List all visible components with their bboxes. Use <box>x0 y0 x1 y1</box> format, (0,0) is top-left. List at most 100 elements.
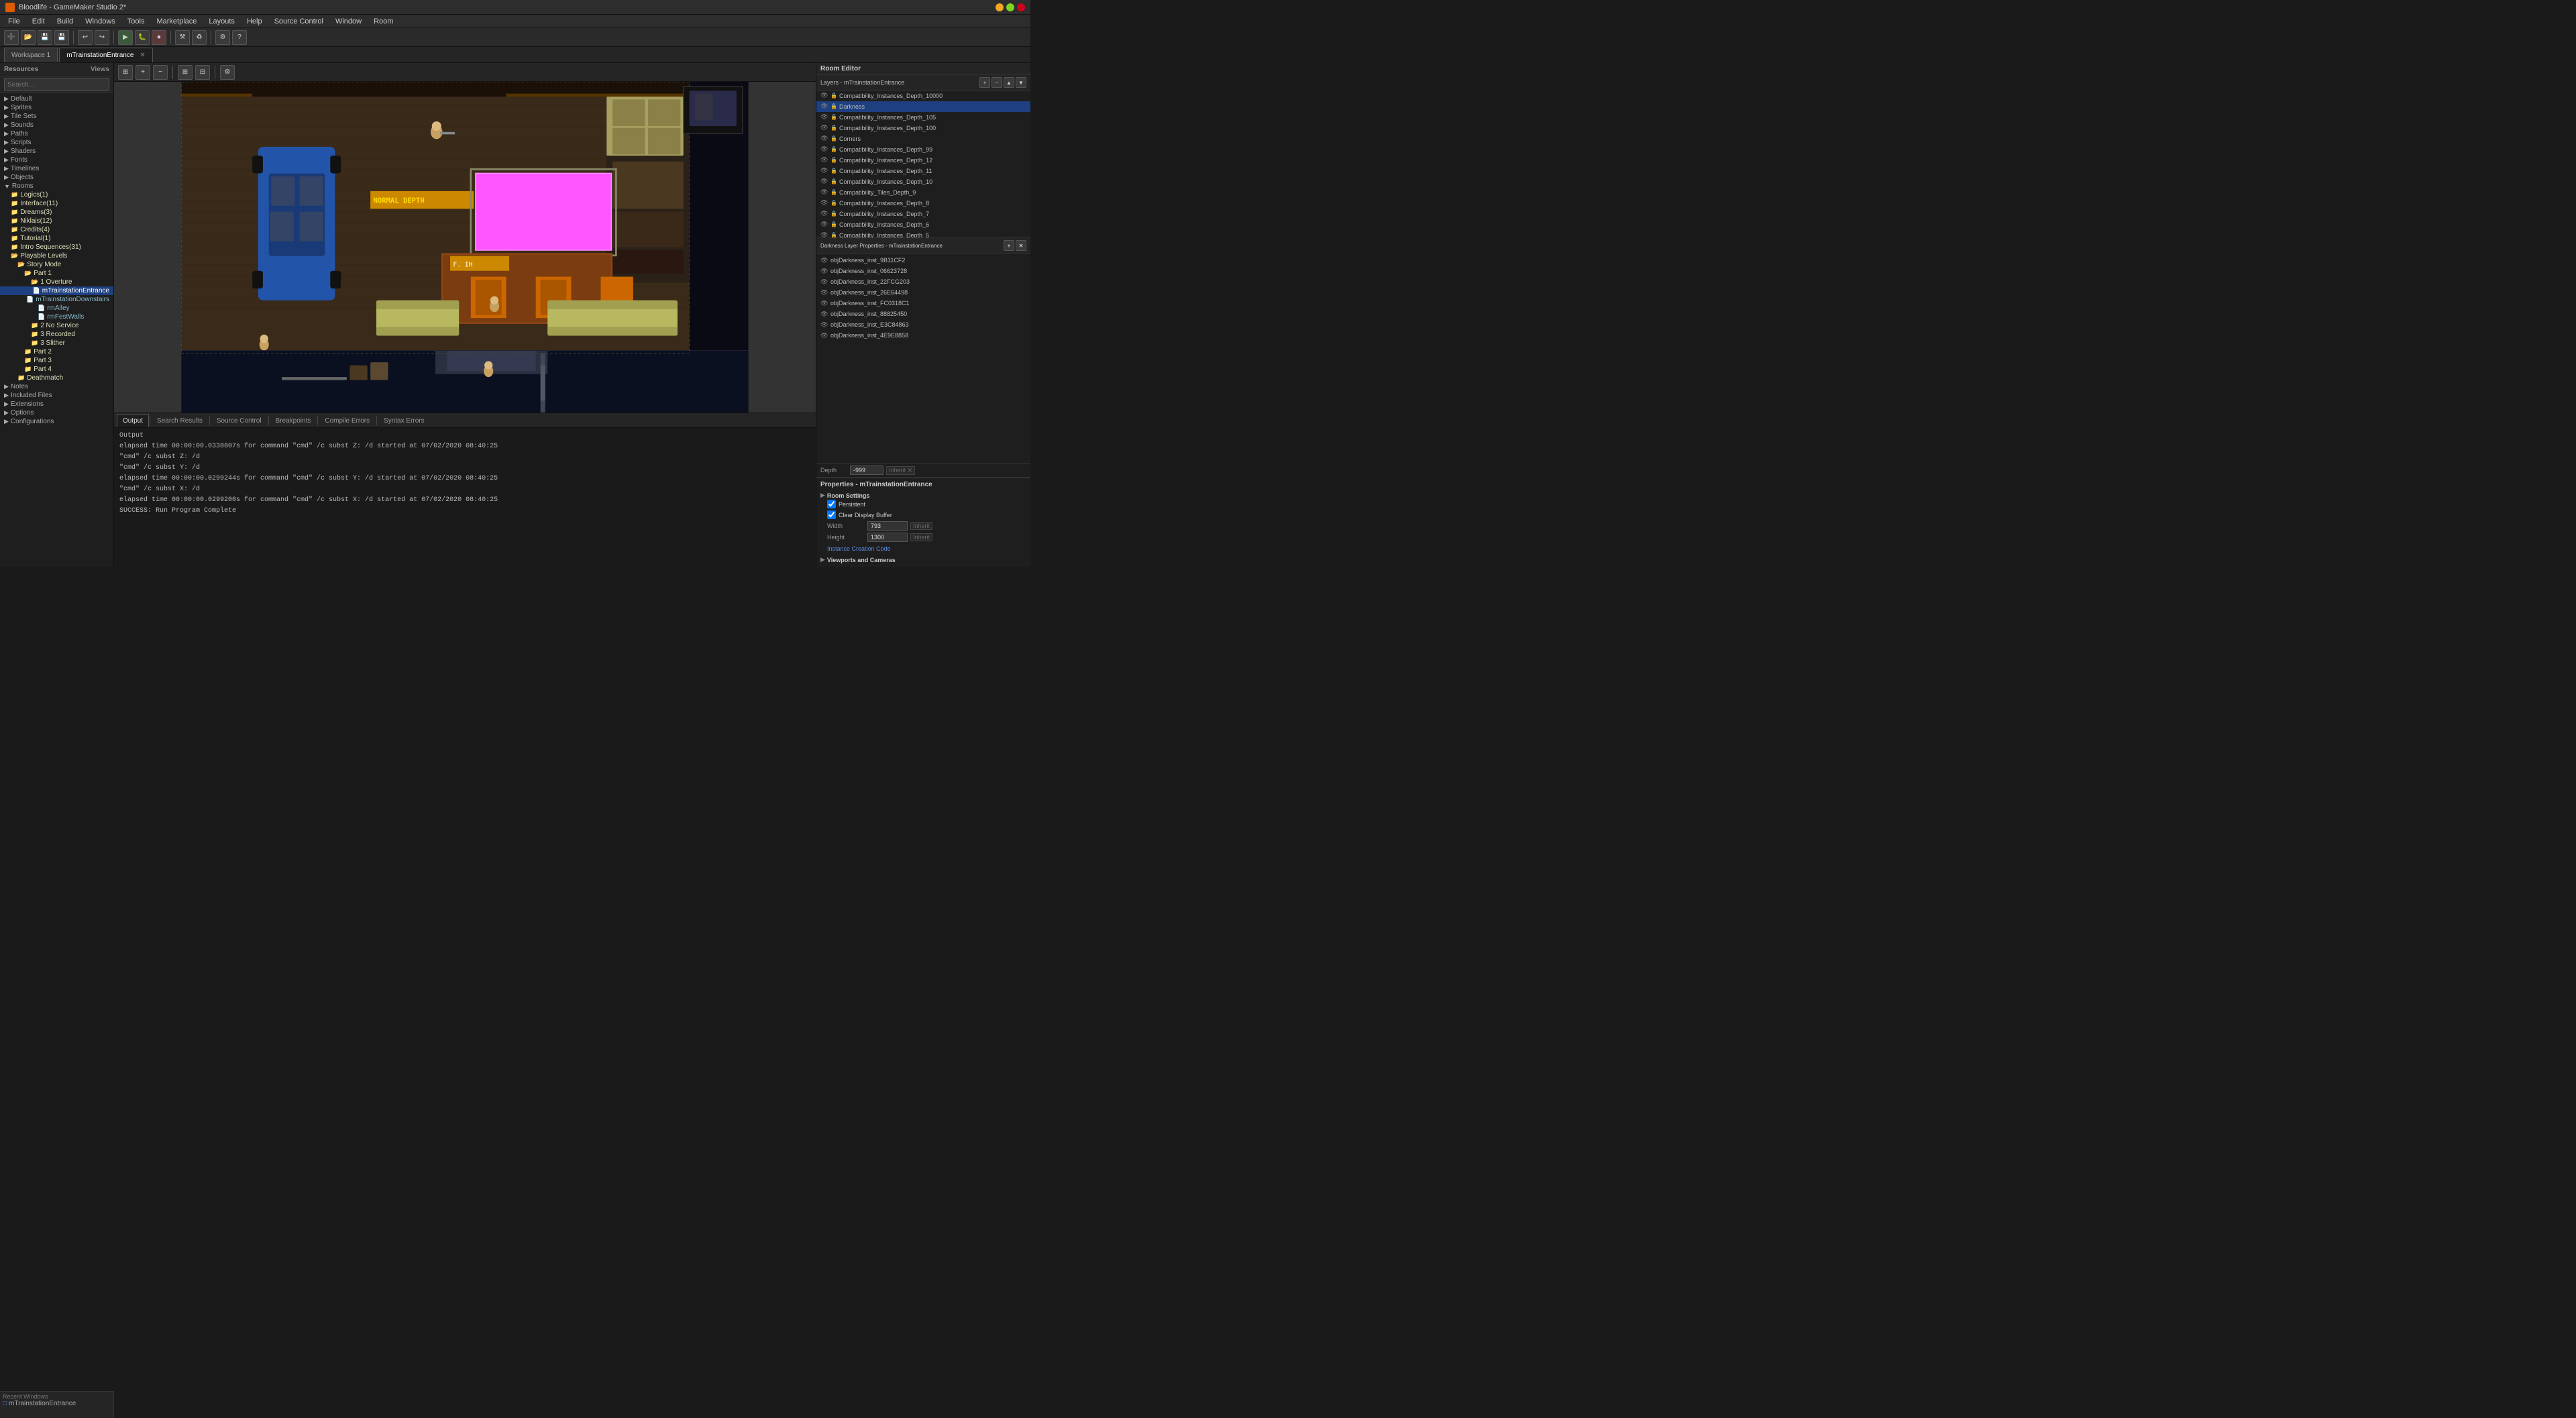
tree-item-timelines[interactable]: ▶ Timelines <box>0 164 113 173</box>
tree-item-part-1[interactable]: 📂 Part 1 <box>0 269 113 278</box>
tree-item-deathmatch[interactable]: 📁 Deathmatch <box>0 374 113 382</box>
menu-layouts[interactable]: Layouts <box>203 15 240 28</box>
tree-item-tile-sets[interactable]: ▶ Tile Sets <box>0 112 113 121</box>
depth-input[interactable] <box>850 466 883 475</box>
tree-item-objects[interactable]: ▶ Objects <box>0 173 113 182</box>
layer-item-8[interactable]: 👁 🔒 Compatibility_Instances_Depth_10 <box>816 176 1030 187</box>
tree-item-recorded[interactable]: 📁 3 Recorded <box>0 330 113 339</box>
layer-item-6[interactable]: 👁 🔒 Compatibility_Instances_Depth_12 <box>816 155 1030 166</box>
run-button[interactable]: ▶ <box>118 30 133 45</box>
undo-button[interactable]: ↩ <box>78 30 93 45</box>
persistent-checkbox[interactable] <box>827 500 836 508</box>
tree-item-credits-4[interactable]: 📁 Credits(4) <box>0 225 113 234</box>
width-input[interactable] <box>867 521 908 531</box>
workspace-tab[interactable]: Workspace 1 <box>4 48 58 62</box>
tree-item-no-service[interactable]: 📁 2 No Service <box>0 321 113 330</box>
tab-search-results[interactable]: Search Results <box>151 414 209 427</box>
tree-item-niklais-12[interactable]: 📁 Niklais(12) <box>0 217 113 225</box>
clean-button[interactable]: ♻ <box>192 30 207 45</box>
tree-item-slither[interactable]: 📁 3 Slither <box>0 339 113 347</box>
prop-row-0[interactable]: 👁 objDarkness_inst_9B11CF2 <box>816 255 1030 266</box>
tree-item-mTrainstationDownstairs[interactable]: 📄 mTrainstationDownstairs <box>0 295 113 304</box>
close-button[interactable] <box>1017 3 1025 11</box>
prop-row-2[interactable]: 👁 objDarkness_inst_22FCG203 <box>816 276 1030 287</box>
menu-marketplace[interactable]: Marketplace <box>151 15 202 28</box>
layer-item-11[interactable]: 👁 🔒 Compatibility_Instances_Depth_7 <box>816 209 1030 219</box>
tree-item-included-files[interactable]: ▶ Included Files <box>0 391 113 400</box>
tab-breakpoints[interactable]: Breakpoints <box>270 414 317 427</box>
tab-output[interactable]: Output <box>117 414 149 427</box>
canvas-view-all[interactable]: ⊞ <box>118 65 133 80</box>
menu-window[interactable]: Window <box>330 15 367 28</box>
creation-code-row[interactable]: Instance Creation Code <box>827 544 1026 553</box>
menu-help[interactable]: Help <box>241 15 268 28</box>
layer-item-2[interactable]: 👁 🔒 Compatibility_Instances_Depth_105 <box>816 112 1030 123</box>
layer-item-9[interactable]: 👁 🔒 Compatibility_Tiles_Depth_9 <box>816 187 1030 198</box>
menu-source-control[interactable]: Source Control <box>269 15 329 28</box>
canvas-zoom-out[interactable]: − <box>153 65 168 80</box>
tree-item-sounds[interactable]: ▶ Sounds <box>0 121 113 129</box>
layer-item-7[interactable]: 👁 🔒 Compatibility_Instances_Depth_11 <box>816 166 1030 176</box>
prop-row-4[interactable]: 👁 objDarkness_inst_FC0318C1 <box>816 298 1030 309</box>
redo-button[interactable]: ↪ <box>95 30 109 45</box>
layer-up-btn[interactable]: ▲ <box>1004 77 1014 88</box>
save-button[interactable]: 💾 <box>38 30 52 45</box>
room-settings-toggle[interactable]: ▶ Room Settings <box>820 491 1026 500</box>
tab-close-icon[interactable]: ✕ <box>140 52 145 59</box>
tree-item-options[interactable]: ▶ Options <box>0 408 113 417</box>
preferences-button[interactable]: ⚙ <box>215 30 230 45</box>
tree-item-tutorial-1[interactable]: 📁 Tutorial(1) <box>0 234 113 243</box>
layer-item-1[interactable]: 👁 🔒 Darkness <box>816 101 1030 112</box>
stop-button[interactable]: ⏹ <box>152 30 166 45</box>
tree-item-paths[interactable]: ▶ Paths <box>0 129 113 138</box>
tree-item-playable-levels[interactable]: 📂 Playable Levels <box>0 252 113 260</box>
tree-item-rmFestWalls[interactable]: 📄 rmFestWalls <box>0 313 113 321</box>
open-button[interactable]: 📂 <box>21 30 36 45</box>
tab-syntax-errors[interactable]: Syntax Errors <box>378 414 431 427</box>
menu-build[interactable]: Build <box>52 15 78 28</box>
views-toggle[interactable]: Views <box>91 66 109 73</box>
tree-item-part-4[interactable]: 📁 Part 4 <box>0 365 113 374</box>
menu-windows[interactable]: Windows <box>80 15 121 28</box>
prop-row-6[interactable]: 👁 objDarkness_inst_E3C84863 <box>816 319 1030 330</box>
tree-item-scripts[interactable]: ▶ Scripts <box>0 138 113 147</box>
tab-compile-errors[interactable]: Compile Errors <box>319 414 376 427</box>
tree-item-default[interactable]: ▶ Default <box>0 95 113 103</box>
minimize-button[interactable] <box>996 3 1004 11</box>
tree-item-rooms[interactable]: ▼ Rooms <box>0 182 113 190</box>
new-button[interactable]: ➕ <box>4 30 19 45</box>
tree-item-logics-1[interactable]: 📁 Logics(1) <box>0 190 113 199</box>
prop-row-1[interactable]: 👁 objDarkness_inst_06623728 <box>816 266 1030 276</box>
canvas-room-settings[interactable]: ⚙ <box>220 65 235 80</box>
layer-item-4[interactable]: 👁 🔒 Corners <box>816 133 1030 144</box>
layer-item-10[interactable]: 👁 🔒 Compatibility_Instances_Depth_8 <box>816 198 1030 209</box>
menu-file[interactable]: File <box>3 15 25 28</box>
tree-item-mTrainstationEntrance[interactable]: 📄 mTrainstationEntrance <box>0 286 113 295</box>
layer-down-btn[interactable]: ▼ <box>1016 77 1026 88</box>
maximize-button[interactable] <box>1006 3 1014 11</box>
debug-button[interactable]: 🐛 <box>135 30 150 45</box>
canvas-snap[interactable]: ⊟ <box>195 65 210 80</box>
clear-display-checkbox[interactable] <box>827 510 836 519</box>
canvas-zoom-in[interactable]: + <box>136 65 150 80</box>
tab-source-control[interactable]: Source Control <box>211 414 268 427</box>
layer-item-5[interactable]: 👁 🔒 Compatibility_Instances_Depth_99 <box>816 144 1030 155</box>
tree-item-rmAlley[interactable]: 📄 rmAlley <box>0 304 113 313</box>
layer-item-3[interactable]: 👁 🔒 Compatibility_Instances_Depth_100 <box>816 123 1030 133</box>
menu-edit[interactable]: Edit <box>27 15 50 28</box>
del-instance-btn[interactable]: ✕ <box>1016 240 1026 251</box>
tree-item-extensions[interactable]: ▶ Extensions <box>0 400 113 408</box>
build-button[interactable]: ⚒ <box>175 30 190 45</box>
tree-item-interface-11[interactable]: 📁 Interface(11) <box>0 199 113 208</box>
width-inherit-btn[interactable]: Inherit <box>910 522 932 530</box>
tree-item-fonts[interactable]: ▶ Fonts <box>0 156 113 164</box>
menu-room[interactable]: Room <box>368 15 398 28</box>
prop-row-7[interactable]: 👁 objDarkness_inst_4E9E8858 <box>816 330 1030 341</box>
tree-item-overture[interactable]: 📂 1 Overture <box>0 278 113 286</box>
tree-item-configurations[interactable]: ▶ Configurations <box>0 417 113 426</box>
height-inherit-btn[interactable]: Inherit <box>910 533 932 541</box>
add-layer-btn[interactable]: + <box>979 77 990 88</box>
menu-tools[interactable]: Tools <box>122 15 150 28</box>
tree-item-part-3[interactable]: 📁 Part 3 <box>0 356 113 365</box>
delete-layer-btn[interactable]: − <box>991 77 1002 88</box>
